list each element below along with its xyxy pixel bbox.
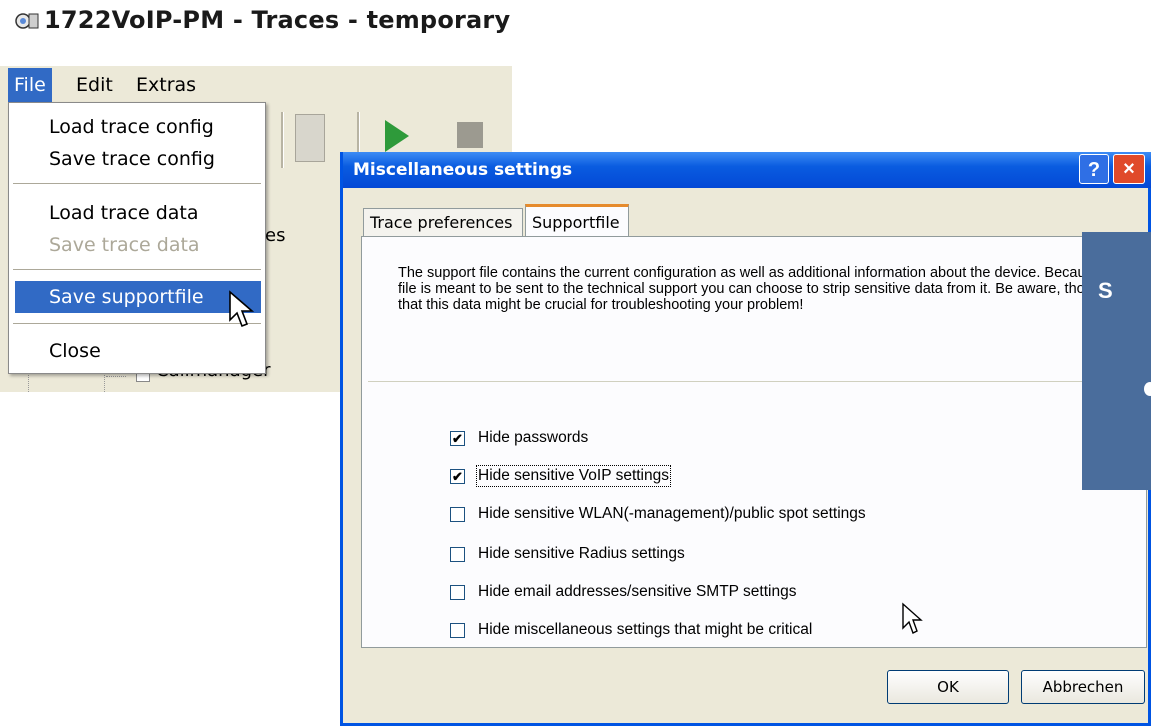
tree-item-label: es (265, 225, 286, 246)
menu-item-save-trace-data: Save trace data (49, 234, 200, 256)
menu-extras[interactable]: Extras (130, 68, 202, 102)
file-menu: Load trace config Save trace config Load… (8, 102, 266, 374)
menu-item-save-supportfile[interactable]: Save supportfile (15, 281, 261, 313)
toolbar-separator (281, 112, 284, 168)
checkbox[interactable] (450, 623, 465, 638)
checkbox[interactable] (450, 507, 465, 522)
close-button[interactable]: × (1113, 154, 1145, 184)
cancel-button[interactable]: Abbrechen (1021, 670, 1145, 704)
play-icon[interactable] (385, 120, 409, 152)
menu-separator (13, 323, 261, 324)
overlay-text: S (1098, 278, 1113, 303)
overlay-panel: S (1082, 232, 1151, 490)
dialog-titlebar[interactable]: Miscellaneous settings ? × (343, 152, 1151, 188)
menu-file[interactable]: File (8, 68, 52, 102)
option-label: Hide sensitive Radius settings (478, 545, 685, 562)
app-titlebar: 1722VoIP-PM - Traces - temporary ( (0, 0, 512, 66)
document-icon[interactable] (295, 114, 325, 162)
bullet-icon (1144, 382, 1151, 396)
option-label: Hide miscellaneous settings that might b… (478, 621, 813, 638)
ok-button[interactable]: OK (887, 670, 1009, 704)
supportfile-panel: The support file contains the current co… (361, 236, 1147, 648)
menu-item-close[interactable]: Close (11, 335, 263, 367)
option-label: Hide sensitive WLAN(-management)/public … (478, 505, 866, 522)
help-button[interactable]: ? (1079, 154, 1109, 184)
description-text: The support file contains the current co… (398, 265, 1126, 313)
mouse-cursor-icon (229, 290, 255, 328)
checkbox[interactable] (450, 547, 465, 562)
menu-item-save-trace-config[interactable]: Save trace config (11, 143, 263, 175)
menu-item-load-trace-data[interactable]: Load trace data (11, 197, 263, 229)
tab-trace-preferences[interactable]: Trace preferences (363, 208, 523, 236)
option-label: Hide passwords (478, 429, 589, 446)
checkbox[interactable]: ✔ (450, 469, 465, 484)
dialog-title: Miscellaneous settings (353, 160, 573, 180)
menu-edit[interactable]: Edit (70, 68, 119, 102)
mouse-cursor-icon (902, 602, 923, 634)
option-label: Hide sensitive VoIP settings (476, 465, 671, 487)
app-title: 1722VoIP-PM - Traces - temporary ( (44, 6, 512, 34)
menu-item-load-trace-config[interactable]: Load trace config (11, 111, 263, 143)
menu-separator (13, 269, 261, 270)
menubar: File Edit Extras (0, 68, 512, 102)
checkbox[interactable]: ✔ (450, 431, 465, 446)
misc-settings-dialog: Miscellaneous settings ? × Trace prefere… (340, 152, 1151, 726)
tree-line (106, 376, 126, 377)
menu-separator (13, 183, 261, 184)
option-label: Hide email addresses/sensitive SMTP sett… (478, 583, 797, 600)
divider (368, 381, 1140, 382)
stop-icon[interactable] (457, 122, 483, 148)
checkbox[interactable] (450, 585, 465, 600)
app-icon (15, 13, 39, 29)
tab-supportfile[interactable]: Supportfile (525, 204, 629, 236)
